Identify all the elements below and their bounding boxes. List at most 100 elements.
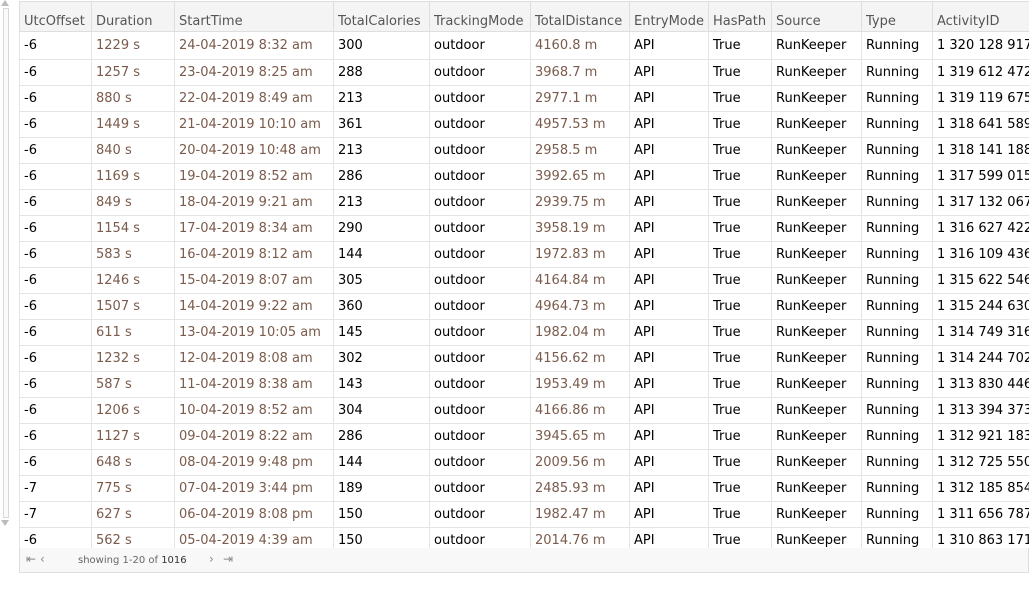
table-row[interactable]: -6 849 s 18-04-2019 9:21 am 213 outdoor 2939.…: [19, 189, 1029, 216]
cell-tracking-mode: outdoor: [429, 111, 531, 138]
cell-utc-offset: -7: [19, 501, 92, 528]
column-header-entry-mode[interactable]: EntryMode: [629, 1, 709, 32]
cell-has-path: True: [708, 215, 772, 242]
cell-total-calories: 143: [333, 371, 430, 398]
table-row[interactable]: -6 840 s 20-04-2019 10:48 am 213 outdoor 2958…: [19, 137, 1029, 164]
column-header-tracking-mode[interactable]: TrackingMode: [429, 1, 531, 32]
cell-total-distance: 2939.75 m: [530, 189, 630, 216]
table-row[interactable]: -6 1154 s 17-04-2019 8:34 am 290 outdoor 3958…: [19, 215, 1029, 242]
cell-tracking-mode: outdoor: [429, 319, 531, 346]
cell-total-distance: 4964.73 m: [530, 293, 630, 320]
cell-total-distance: 4166.86 m: [530, 397, 630, 424]
column-header-activity-id[interactable]: ActivityID: [932, 1, 1029, 32]
cell-type: Running: [861, 449, 933, 476]
column-header-start-time[interactable]: StartTime: [174, 1, 334, 32]
table-row[interactable]: -6 1257 s 23-04-2019 8:25 am 288 outdoor 3968…: [19, 59, 1029, 86]
cell-has-path: True: [708, 475, 772, 502]
table-row[interactable]: -6 1246 s 15-04-2019 8:07 am 305 outdoor 4164…: [19, 267, 1029, 294]
table-row[interactable]: -6 880 s 22-04-2019 8:49 am 213 outdoor 2977.…: [19, 85, 1029, 112]
cell-type: Running: [861, 215, 933, 242]
cell-entry-mode: API: [629, 163, 709, 190]
table-row[interactable]: -6 611 s 13-04-2019 10:05 am 145 outdoor 1982…: [19, 319, 1029, 346]
cell-activity-id: 1 312 725 550: [932, 449, 1029, 476]
cell-entry-mode: API: [629, 475, 709, 502]
cell-has-path: True: [708, 59, 772, 86]
table-row[interactable]: -6 1449 s 21-04-2019 10:10 am 361 outdoor 495…: [19, 111, 1029, 138]
cell-total-distance: 2977.1 m: [530, 85, 630, 112]
cell-tracking-mode: outdoor: [429, 267, 531, 294]
cell-utc-offset: -6: [19, 345, 92, 372]
table-row[interactable]: -6 1169 s 19-04-2019 8:52 am 286 outdoor 3992…: [19, 163, 1029, 190]
cell-duration: 840 s: [91, 137, 175, 164]
cell-type: Running: [861, 423, 933, 450]
cell-activity-id: 1 317 599 015: [932, 163, 1029, 190]
table-row[interactable]: -6 1232 s 12-04-2019 8:08 am 302 outdoor 4156…: [19, 345, 1029, 372]
cell-total-distance: 1972.83 m: [530, 241, 630, 268]
table-row[interactable]: -6 1229 s 24-04-2019 8:32 am 300 outdoor 4160…: [19, 31, 1029, 60]
cell-entry-mode: API: [629, 397, 709, 424]
cell-has-path: True: [708, 85, 772, 112]
cell-type: Running: [861, 137, 933, 164]
table-row[interactable]: -6 648 s 08-04-2019 9:48 pm 144 outdoor 2009.…: [19, 449, 1029, 476]
cell-utc-offset: -6: [19, 241, 92, 268]
cell-type: Running: [861, 397, 933, 424]
table-row[interactable]: -6 1507 s 14-04-2019 9:22 am 360 outdoor 4964…: [19, 293, 1029, 320]
cell-source: RunKeeper: [771, 449, 862, 476]
cell-duration: 1229 s: [91, 31, 175, 60]
table-row[interactable]: -6 583 s 16-04-2019 8:12 am 144 outdoor 1972.…: [19, 241, 1029, 268]
scroll-down-icon[interactable]: [1, 520, 9, 526]
cell-start-time: 08-04-2019 9:48 pm: [174, 449, 334, 476]
table-row[interactable]: -6 1127 s 09-04-2019 8:22 am 286 outdoor 3945…: [19, 423, 1029, 450]
cell-utc-offset: -6: [19, 31, 92, 60]
cell-has-path: True: [708, 241, 772, 268]
cell-has-path: True: [708, 449, 772, 476]
last-page-icon[interactable]: ⇥: [223, 552, 233, 566]
cell-total-calories: 361: [333, 111, 430, 138]
column-header-total-calories[interactable]: TotalCalories: [333, 1, 430, 32]
vertical-scrollbar[interactable]: [0, 0, 10, 526]
scrollbar-track[interactable]: [3, 8, 9, 518]
column-header-has-path[interactable]: HasPath: [708, 1, 772, 32]
next-page-icon[interactable]: ›: [209, 552, 214, 566]
cell-activity-id: 1 315 622 546: [932, 267, 1029, 294]
table-row[interactable]: -7 627 s 06-04-2019 8:08 pm 150 outdoor 1982.…: [19, 501, 1029, 528]
cell-has-path: True: [708, 111, 772, 138]
cell-utc-offset: -6: [19, 371, 92, 398]
cell-entry-mode: API: [629, 85, 709, 112]
cell-start-time: 19-04-2019 8:52 am: [174, 163, 334, 190]
cell-utc-offset: -6: [19, 85, 92, 112]
table-row[interactable]: -6 587 s 11-04-2019 8:38 am 143 outdoor 1953.…: [19, 371, 1029, 398]
cell-total-calories: 290: [333, 215, 430, 242]
cell-activity-id: 1 313 830 446: [932, 371, 1029, 398]
pagination-info: showing 1-20 of 1016: [78, 555, 187, 566]
first-page-icon[interactable]: ⇤: [26, 552, 36, 566]
cell-duration: 1127 s: [91, 423, 175, 450]
cell-start-time: 24-04-2019 8:32 am: [174, 31, 334, 60]
cell-total-distance: 1953.49 m: [530, 371, 630, 398]
cell-duration: 627 s: [91, 501, 175, 528]
showing-text: showing 1-20 of: [78, 555, 158, 566]
cell-duration: 1246 s: [91, 267, 175, 294]
column-header-source[interactable]: Source: [771, 1, 862, 32]
previous-page-icon[interactable]: ‹: [40, 552, 45, 566]
table-row[interactable]: -6 1206 s 10-04-2019 8:52 am 304 outdoor 4166…: [19, 397, 1029, 424]
column-header-total-distance[interactable]: TotalDistance: [530, 1, 630, 32]
cell-total-distance: 3958.19 m: [530, 215, 630, 242]
column-header-utc-offset[interactable]: UtcOffset: [19, 1, 92, 32]
cell-has-path: True: [708, 189, 772, 216]
cell-entry-mode: API: [629, 345, 709, 372]
cell-type: Running: [861, 59, 933, 86]
cell-total-calories: 286: [333, 163, 430, 190]
cell-total-calories: 304: [333, 397, 430, 424]
cell-utc-offset: -6: [19, 163, 92, 190]
column-header-duration[interactable]: Duration: [91, 1, 175, 32]
scroll-up-icon[interactable]: [1, 0, 9, 6]
column-header-type[interactable]: Type: [861, 1, 933, 32]
cell-total-calories: 150: [333, 501, 430, 528]
cell-total-distance: 4160.8 m: [530, 31, 630, 60]
cell-utc-offset: -6: [19, 267, 92, 294]
table-row[interactable]: -7 775 s 07-04-2019 3:44 pm 189 outdoor 2485.…: [19, 475, 1029, 502]
cell-total-distance: 4957.53 m: [530, 111, 630, 138]
cell-total-distance: 1982.04 m: [530, 319, 630, 346]
cell-total-calories: 145: [333, 319, 430, 346]
